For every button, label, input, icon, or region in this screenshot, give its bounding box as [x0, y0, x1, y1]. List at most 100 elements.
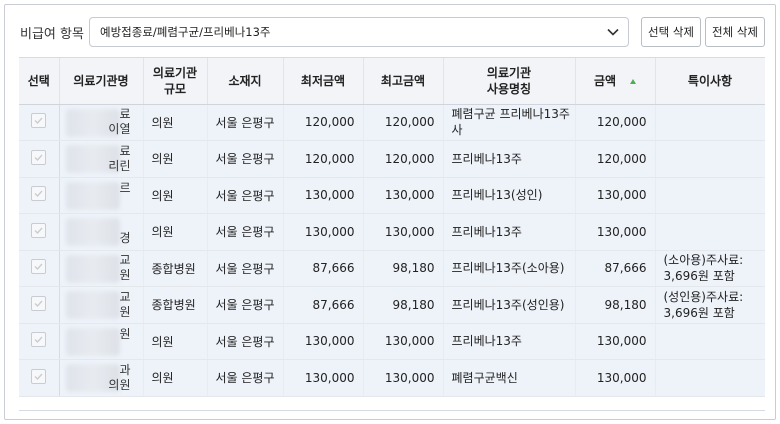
table-row[interactable]: 료 리린 의원 서울 은평구 120,000 120,000 프리베나13주 120,000 — [19, 140, 765, 178]
col-header-usename-line2: 사용명칭 — [486, 81, 532, 96]
name-fragment-2: 의원 — [108, 377, 131, 392]
select-value: 예방접종료/폐렴구균/프리베나13주 — [100, 25, 271, 39]
min-price-cell: 130,000 — [283, 177, 364, 214]
amount-cell: 120,000 — [575, 140, 656, 178]
usage-name-cell: 프리베나13주 — [443, 323, 576, 360]
col-header-min[interactable]: 최저금액 — [283, 58, 364, 105]
note-cell: (소아용)주사료: 3,696원 포함 — [655, 250, 765, 287]
sort-ascending-icon[interactable] — [630, 78, 637, 84]
name-fragment-1: 료 — [119, 107, 131, 122]
row-checkbox[interactable] — [31, 295, 47, 311]
scale-cell: 의원 — [143, 140, 208, 178]
usage-name-cell: 프리베나13(성인) — [443, 177, 576, 214]
usage-name-cell: 폐렴구균 프리베나13주사 — [443, 104, 576, 141]
noncovered-item-select[interactable]: 예방접종료/폐렴구균/프리베나13주 — [89, 17, 629, 47]
table-row[interactable]: 경 의원 서울 은평구 130,000 130,000 프리베나13주 130,000 — [19, 213, 765, 251]
max-price-cell: 98,180 — [363, 286, 444, 324]
scale-cell: 종합병원 — [143, 250, 208, 287]
select-delete-button[interactable]: 선택 삭제 — [641, 17, 701, 47]
row-checkbox[interactable] — [31, 222, 47, 238]
row-checkbox[interactable] — [31, 113, 47, 129]
table-row[interactable]: 르 의원 서울 은평구 130,000 130,000 프리베나13(성인) 130,000 — [19, 177, 765, 214]
col-header-amount-label: 금액 — [593, 73, 617, 88]
col-header-name[interactable]: 의료기관명 — [59, 58, 144, 105]
name-fragment-2: 원 — [119, 268, 131, 283]
col-header-usename[interactable]: 의료기관 사용명칭 — [443, 58, 576, 105]
col-header-max[interactable]: 최고금액 — [363, 58, 444, 105]
row-select-cell — [19, 286, 60, 324]
note-cell — [655, 104, 765, 141]
min-price-cell: 120,000 — [283, 140, 364, 178]
institution-name-cell[interactable]: 교원 — [59, 250, 144, 287]
scale-cell: 의원 — [143, 104, 208, 141]
row-select-cell — [19, 177, 60, 214]
check-icon — [34, 227, 43, 234]
usage-name-cell: 프리베나13주 — [443, 140, 576, 178]
max-price-cell: 98,180 — [363, 250, 444, 287]
check-icon — [34, 154, 43, 161]
redacted-name-blur — [65, 291, 120, 319]
row-checkbox[interactable] — [31, 259, 47, 275]
row-checkbox[interactable] — [31, 149, 47, 165]
redacted-name-blur — [65, 181, 120, 210]
col-header-scale[interactable]: 의료기관 규모 — [143, 58, 208, 105]
name-fragment-2: 원 — [119, 304, 131, 319]
institution-name-cell[interactable]: 과 의원 — [59, 359, 144, 397]
scale-cell: 의원 — [143, 213, 208, 251]
note-cell — [655, 177, 765, 214]
institution-name-cell[interactable]: 경 — [59, 213, 144, 251]
scale-cell: 의원 — [143, 177, 208, 214]
col-header-scale-line1: 의료기관 — [152, 65, 198, 80]
location-cell: 서울 은평구 — [207, 213, 284, 251]
max-price-cell: 130,000 — [363, 323, 444, 360]
note-cell: (성인용)주사료: 3,696원 포함 — [655, 286, 765, 324]
col-header-scale-line2: 규모 — [163, 81, 187, 96]
name-fragment-1: 원 — [119, 326, 131, 341]
institution-name-cell[interactable]: 교원 — [59, 286, 144, 324]
table-row[interactable]: 원 의원 서울 은평구 130,000 130,000 프리베나13주 130,000 — [19, 323, 765, 360]
redacted-name-blur — [65, 254, 120, 283]
table-header-row: 선택 의료기관명 의료기관 규모 소재지 최저금액 최고금액 의료기관 사용명칭… — [19, 58, 765, 105]
note-cell — [655, 213, 765, 251]
row-checkbox[interactable] — [31, 368, 47, 384]
institution-name-cell[interactable]: 료 리린 — [59, 140, 144, 178]
min-price-cell: 130,000 — [283, 213, 364, 251]
scale-cell: 종합병원 — [143, 286, 208, 324]
delete-all-button[interactable]: 전체 삭제 — [705, 17, 765, 47]
filter-label: 비급여 항목 — [20, 27, 84, 42]
usage-name-cell: 폐렴구균백신 — [443, 359, 576, 397]
institution-name-cell[interactable]: 원 — [59, 323, 144, 360]
max-price-cell: 130,000 — [363, 213, 444, 251]
col-header-select: 선택 — [19, 58, 60, 105]
amount-cell: 130,000 — [575, 177, 656, 214]
name-fragment-1: 과 — [119, 362, 131, 377]
col-header-location[interactable]: 소재지 — [207, 58, 284, 105]
check-icon — [34, 263, 43, 271]
institution-name-cell[interactable]: 르 — [59, 177, 144, 214]
table-row[interactable]: 교 원 종합병원 서울 은평구 87,666 98,180 프리베나13주(성인용) 98,1… — [19, 286, 765, 324]
row-checkbox[interactable] — [31, 186, 47, 202]
scale-cell: 의원 — [143, 323, 208, 360]
check-icon — [34, 117, 43, 125]
col-header-note[interactable]: 특이사항 — [655, 58, 765, 105]
amount-cell: 87,666 — [575, 250, 656, 287]
amount-cell: 130,000 — [575, 323, 656, 360]
min-price-cell: 120,000 — [283, 104, 364, 141]
name-fragment-1: 르 — [119, 180, 131, 195]
row-checkbox[interactable] — [31, 332, 47, 348]
min-price-cell: 130,000 — [283, 359, 364, 397]
institution-name-cell[interactable]: 료 이열 — [59, 104, 144, 141]
amount-cell: 98,180 — [575, 286, 656, 324]
col-header-usename-line1: 의료기관 — [486, 65, 532, 80]
note-cell — [655, 359, 765, 397]
chevron-down-icon — [607, 28, 619, 36]
table-row[interactable]: 료 이열 의원 서울 은평구 120,000 120,000 폐렴구균 프리베나13주사 12… — [19, 104, 765, 141]
row-select-cell — [19, 104, 60, 141]
amount-cell: 130,000 — [575, 359, 656, 397]
table-row[interactable]: 교 원 종합병원 서울 은평구 87,666 98,180 프리베나13주(소아용) 87,6… — [19, 250, 765, 287]
redacted-name-blur — [65, 218, 120, 246]
location-cell: 서울 은평구 — [207, 250, 284, 287]
col-header-amount[interactable]: 금액 — [575, 58, 656, 105]
usage-name-cell: 프리베나13주(소아용) — [443, 250, 576, 287]
table-row[interactable]: 과 의원 의원 서울 은평구 130,000 130,000 폐렴구균백신 130,000 — [19, 359, 765, 397]
